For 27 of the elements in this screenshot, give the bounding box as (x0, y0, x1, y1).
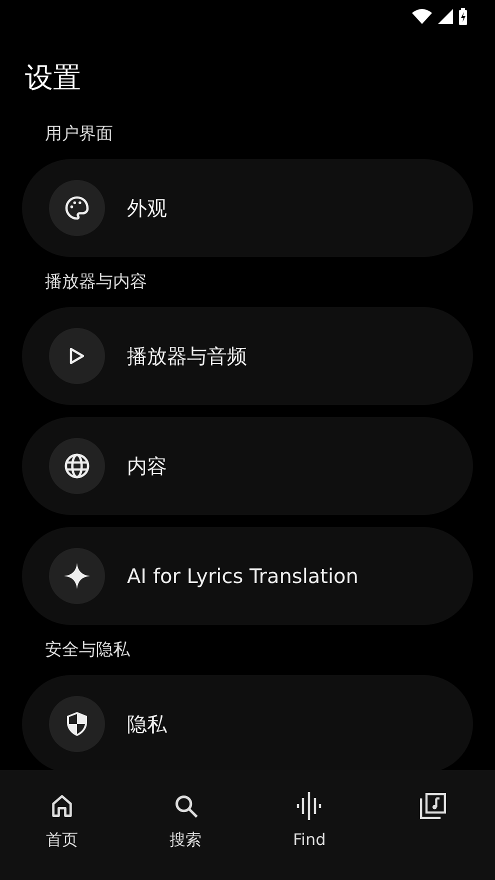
wifi-icon (412, 8, 432, 24)
item-label: 外观 (127, 194, 167, 222)
item-label: 播放器与音频 (127, 342, 247, 370)
settings-item[interactable]: AI for Lyrics Translation (22, 527, 473, 625)
item-label: AI for Lyrics Translation (127, 564, 358, 588)
section-label: 播放器与内容 (45, 271, 148, 293)
settings-item[interactable]: 隐私 (22, 675, 473, 770)
shield-icon (65, 711, 89, 737)
palette-icon (63, 194, 91, 222)
signal-icon (438, 8, 453, 24)
nav-label[interactable]: 搜索 (170, 830, 202, 851)
item-label: 隐私 (127, 710, 167, 738)
page-title: 设置 (25, 60, 82, 96)
sparkle-icon (64, 563, 90, 589)
globe-icon (63, 452, 91, 480)
play-icon (69, 347, 85, 365)
settings-item[interactable]: 内容 (22, 417, 473, 515)
nav-label[interactable]: Find (292, 830, 326, 849)
sound-wave-icon[interactable] (296, 792, 322, 820)
item-label: 内容 (127, 452, 167, 480)
section-label: 用户界面 (45, 123, 114, 145)
battery-icon (459, 8, 469, 24)
nav-label[interactable]: 首页 (46, 830, 78, 851)
settings-item[interactable]: 播放器与音频 (22, 307, 473, 405)
music-library-icon[interactable] (420, 792, 446, 820)
settings-item[interactable]: 外观 (22, 159, 473, 257)
section-label: 安全与隐私 (45, 639, 131, 661)
